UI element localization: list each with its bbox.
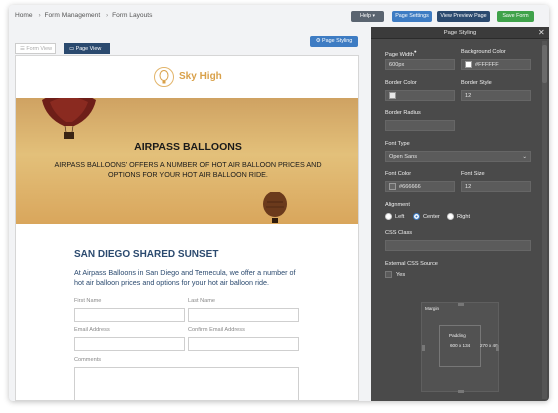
tab-page-view-label: Page View <box>75 46 102 52</box>
breadcrumb: Home › Form Management › Form Layouts <box>15 12 154 19</box>
panel-header: Page Styling ✕ <box>371 27 549 39</box>
hero-subtitle: AIRPASS BALLOONS' OFFERS A NUMBER OF HOT… <box>54 160 322 179</box>
panel-scrollbar[interactable] <box>542 41 547 399</box>
comments-field[interactable] <box>74 367 299 400</box>
breadcrumb-separator: › <box>38 12 41 19</box>
background-color-value: #FFFFFF <box>475 62 499 68</box>
css-class-label: CSS Class <box>385 230 413 236</box>
outer-size-label: 270 x 40 <box>480 343 498 348</box>
breadcrumb-separator: › <box>106 12 109 19</box>
save-form-button[interactable]: Save Form <box>497 11 534 22</box>
alignment-left-label: Left <box>395 214 405 220</box>
margin-top-handle[interactable] <box>458 303 464 306</box>
form-canvas: Sky High AIRPASS BALLOONS AIRPASS BALLOO… <box>15 55 359 401</box>
padding-box: Padding 600 x 134 <box>439 325 481 367</box>
color-swatch[interactable] <box>465 61 472 68</box>
inner-size-label: 600 x 134 <box>450 343 471 348</box>
border-radius-field[interactable] <box>385 120 455 131</box>
page-width-field[interactable]: 600px <box>385 59 455 70</box>
chevron-down-icon: ▾ <box>372 13 376 19</box>
confirm-email-field[interactable] <box>188 337 299 351</box>
balloon-logo-icon <box>154 67 174 87</box>
breadcrumb-form-management[interactable]: Form Management <box>44 12 100 19</box>
hot-air-balloon-icon <box>263 192 287 223</box>
help-button-label: Help <box>359 13 372 19</box>
form-header: Sky High <box>16 56 358 98</box>
hero-banner: AIRPASS BALLOONS AIRPASS BALLOONS' OFFER… <box>16 98 358 224</box>
font-color-label: Font Color <box>385 171 412 177</box>
page-styling-button[interactable]: ⚙ Page Styling <box>310 36 358 47</box>
border-color-label: Border Color <box>385 80 417 86</box>
font-color-value: #666666 <box>399 184 421 190</box>
border-style-label: Border Style <box>461 80 492 86</box>
help-button[interactable]: Help ▾ <box>351 11 384 22</box>
info-icon: ● <box>413 49 417 54</box>
confirm-email-label: Confirm Email Address <box>188 327 245 333</box>
tab-form-view[interactable]: ☰ Form View <box>15 43 56 54</box>
email-label: Email Address <box>74 327 110 333</box>
comments-label: Comments <box>74 357 102 363</box>
page-width-label: Page Width● <box>385 49 417 58</box>
padding-label: Padding <box>449 333 466 338</box>
page-styling-label: Page Styling <box>322 38 353 44</box>
background-color-label: Background Color <box>461 49 506 55</box>
font-size-field[interactable]: 12 <box>461 181 531 192</box>
alignment-right-radio[interactable] <box>447 213 454 220</box>
alignment-left-radio[interactable] <box>385 213 392 220</box>
external-css-option-label: Yes <box>396 272 406 278</box>
alignment-center-label: Center <box>423 214 440 220</box>
alignment-label: Alignment <box>385 202 410 208</box>
font-type-select[interactable]: Open Sans ⌄ <box>385 151 531 162</box>
email-field[interactable] <box>74 337 185 351</box>
font-type-value: Open Sans <box>389 154 417 160</box>
alignment-center-radio[interactable] <box>413 213 420 220</box>
border-radius-label: Border Radius <box>385 110 421 116</box>
first-name-label: First Name <box>74 298 102 304</box>
font-color-field[interactable]: #666666 <box>385 181 455 192</box>
box-model-editor: Margin Padding 600 x 134 270 x 40 <box>421 302 499 393</box>
logo-text: Sky High <box>179 71 222 82</box>
panel-title: Page Styling <box>443 30 477 36</box>
margin-label: Margin <box>425 306 440 311</box>
last-name-label: Last Name <box>188 298 216 304</box>
last-name-field[interactable] <box>188 308 299 322</box>
tab-form-view-label: Form View <box>26 46 53 52</box>
margin-bottom-handle[interactable] <box>458 390 464 393</box>
background-color-field[interactable]: #FFFFFF <box>461 59 531 70</box>
page-settings-button[interactable]: Page Settings <box>392 11 432 22</box>
border-color-field[interactable] <box>385 90 455 101</box>
hero-title: AIRPASS BALLOONS <box>134 141 242 153</box>
external-css-checkbox[interactable] <box>385 271 392 278</box>
alignment-right-label: Right <box>457 214 471 220</box>
view-preview-button[interactable]: View Preview Page <box>437 11 490 22</box>
scrollbar-thumb[interactable] <box>542 45 547 83</box>
font-type-label: Font Type <box>385 141 410 147</box>
first-name-field[interactable] <box>74 308 185 322</box>
external-css-label: External CSS Source <box>385 261 438 267</box>
tab-page-view[interactable]: ▭ Page View <box>64 43 110 54</box>
section-title: SAN DIEGO SHARED SUNSET <box>74 249 219 260</box>
css-class-field[interactable] <box>385 240 531 251</box>
margin-right-handle[interactable] <box>496 345 499 351</box>
breadcrumb-form-layouts[interactable]: Form Layouts <box>112 12 152 19</box>
intro-text: At Airpass Balloons in San Diego and Tem… <box>74 268 296 287</box>
app-window: Home › Form Management › Form Layouts He… <box>9 5 549 401</box>
monitor-icon: ▭ <box>69 46 76 52</box>
page-styling-panel: Page Styling ✕ Page Width● 600px Backgro… <box>371 27 549 401</box>
margin-left-handle[interactable] <box>422 345 425 351</box>
border-style-field[interactable]: 12 <box>461 90 531 101</box>
color-swatch[interactable] <box>389 183 396 190</box>
breadcrumb-home[interactable]: Home <box>15 12 33 19</box>
close-icon[interactable]: ✕ <box>538 28 545 37</box>
color-swatch[interactable] <box>389 92 396 99</box>
font-size-label: Font Size <box>461 171 485 177</box>
top-bar: Home › Form Management › Form Layouts He… <box>9 5 549 27</box>
chevron-down-icon: ⌄ <box>522 154 527 160</box>
